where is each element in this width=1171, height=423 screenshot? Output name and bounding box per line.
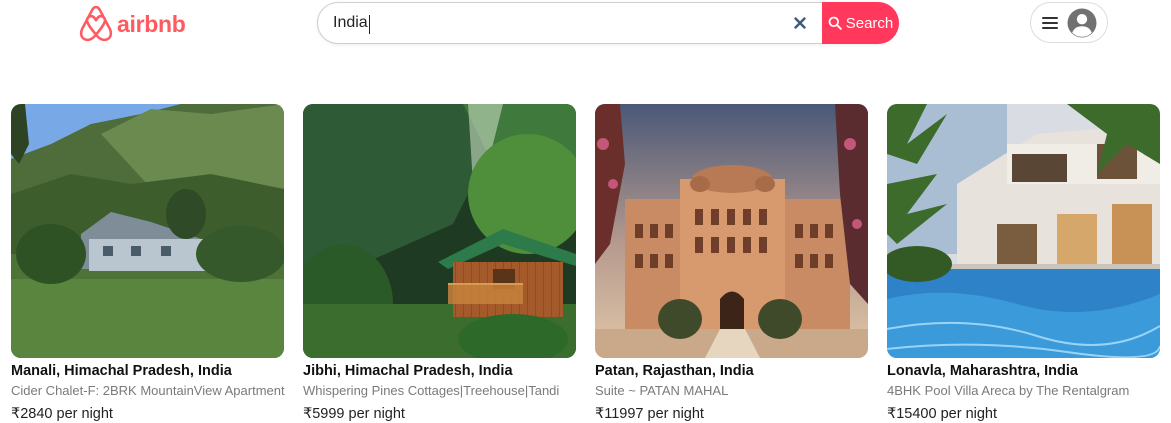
listing-price: ₹2840 per night [11, 406, 113, 422]
listing-card[interactable]: Lonavla, Maharashtra, India 4BHK Pool Vi… [887, 104, 1160, 422]
price-amount: ₹2840 [11, 406, 53, 422]
top-header: airbnb Search [0, 0, 1171, 50]
listing-price: ₹5999 per night [303, 406, 405, 422]
listing-photo[interactable] [303, 104, 576, 358]
listing-photo[interactable] [887, 104, 1160, 358]
listing-photo[interactable] [11, 104, 284, 358]
search-button[interactable]: Search [822, 2, 899, 44]
price-suffix: per night [940, 406, 998, 422]
user-avatar-icon [1067, 8, 1097, 37]
listing-card[interactable]: Jibhi, Himachal Pradesh, India Whisperin… [303, 104, 576, 422]
listing-price: ₹11997 per night [595, 406, 704, 422]
airbnb-logo-icon [79, 6, 113, 42]
listing-photo[interactable] [595, 104, 868, 358]
airbnb-logo[interactable]: airbnb [79, 6, 186, 42]
close-icon[interactable] [790, 13, 810, 33]
listing-title[interactable]: Patan, Rajasthan, India [595, 363, 754, 379]
listing-price: ₹15400 per night [887, 406, 997, 422]
price-amount: ₹5999 [303, 406, 345, 422]
listing-card[interactable]: Manali, Himachal Pradesh, India Cider Ch… [11, 104, 285, 422]
price-suffix: per night [56, 406, 113, 422]
hamburger-icon [1042, 16, 1058, 29]
listing-card[interactable]: Patan, Rajasthan, India Suite ~ PATAN MA… [595, 104, 868, 422]
text-caret [369, 15, 370, 34]
search-bar: Search [317, 2, 899, 44]
price-amount: ₹15400 [887, 406, 937, 422]
brand-name: airbnb [117, 10, 186, 37]
listing-subtitle: Suite ~ PATAN MAHAL [595, 383, 729, 398]
search-input[interactable] [333, 4, 773, 42]
search-button-label: Search [845, 14, 894, 32]
listing-title[interactable]: Manali, Himachal Pradesh, India [11, 363, 232, 379]
user-menu-button[interactable] [1030, 2, 1108, 43]
listing-title[interactable]: Jibhi, Himachal Pradesh, India [303, 363, 513, 379]
listing-subtitle: 4BHK Pool Villa Areca by The Rentalgram [887, 383, 1130, 398]
price-suffix: per night [348, 406, 405, 422]
listing-subtitle: Cider Chalet-F: 2BRK MountainView Apartm… [11, 383, 285, 398]
listing-subtitle: Whispering Pines Cottages|Treehouse|Tand… [303, 383, 560, 398]
price-amount: ₹11997 [595, 406, 644, 422]
price-suffix: per night [647, 406, 704, 422]
listing-title[interactable]: Lonavla, Maharashtra, India [887, 363, 1078, 379]
search-icon [828, 16, 842, 30]
